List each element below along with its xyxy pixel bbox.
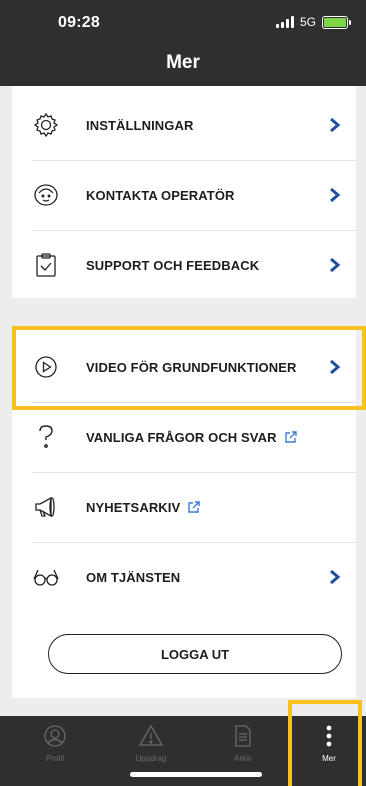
tab-profil[interactable]: Profil bbox=[20, 716, 90, 786]
menu-item-label: VANLIGA FRÅGOR OCH SVAR bbox=[86, 430, 297, 445]
status-bar: 09:28 5G bbox=[0, 0, 366, 44]
warning-icon bbox=[139, 724, 163, 746]
highlight-frame-video bbox=[12, 326, 366, 410]
status-indicators: 5G bbox=[275, 15, 351, 29]
tab-label: Profil bbox=[45, 754, 65, 763]
profile-icon bbox=[44, 725, 66, 747]
menu-item-support-feedback[interactable]: SUPPORT OCH FEEDBACK bbox=[12, 230, 356, 300]
menu-item-om-tjansten[interactable]: OM TJÄNSTEN bbox=[12, 542, 356, 612]
operator-face-icon bbox=[34, 184, 58, 206]
chevron-right-icon bbox=[330, 187, 341, 203]
signal-icon bbox=[275, 16, 294, 28]
menu-item-installningar[interactable]: INSTÄLLNINGAR bbox=[12, 90, 356, 160]
tab-label: Uppdrag bbox=[135, 754, 167, 763]
question-icon bbox=[39, 425, 53, 448]
home-indicator bbox=[130, 772, 262, 777]
clipboard-check-icon bbox=[36, 253, 56, 277]
network-type: 5G bbox=[299, 15, 316, 29]
battery-icon bbox=[322, 15, 351, 29]
menu-item-label: OM TJÄNSTEN bbox=[86, 569, 181, 585]
app-header: 09:28 5G Mer bbox=[0, 0, 366, 86]
menu-item-label: SUPPORT OCH FEEDBACK bbox=[86, 257, 260, 273]
menu-item-vanliga-fragor[interactable]: VANLIGA FRÅGOR OCH SVAR bbox=[12, 402, 356, 472]
menu-item-nyhetsarkiv[interactable]: NYHETSARKIV bbox=[12, 472, 356, 542]
status-time: 09:28 bbox=[58, 14, 100, 31]
menu-group-settings: INSTÄLLNINGAR KONTAKTA OPERATÖR SUPPORT … bbox=[12, 86, 356, 298]
tab-label: Arkiv bbox=[234, 754, 252, 763]
menu-item-label: INSTÄLLNINGAR bbox=[86, 117, 194, 133]
document-icon bbox=[235, 725, 251, 747]
phone-screen: 09:28 5G Mer INSTÄLLNINGAR KONTAKTA OPER… bbox=[0, 0, 366, 786]
menu-item-label: NYHETSARKIV bbox=[86, 500, 200, 515]
highlight-frame-mer-tab bbox=[288, 700, 362, 786]
megaphone-icon bbox=[35, 496, 55, 518]
gear-icon bbox=[33, 112, 59, 138]
page-title: Mer bbox=[166, 52, 200, 73]
chevron-right-icon bbox=[330, 257, 341, 273]
menu-item-label: KONTAKTA OPERATÖR bbox=[86, 187, 235, 203]
logout-button[interactable]: LOGGA UT bbox=[48, 634, 342, 674]
chevron-right-icon bbox=[330, 117, 341, 133]
chevron-right-icon bbox=[330, 569, 341, 585]
external-link-icon bbox=[188, 500, 200, 513]
menu-item-kontakta-operator[interactable]: KONTAKTA OPERATÖR bbox=[12, 160, 356, 230]
external-link-icon bbox=[284, 430, 297, 443]
glasses-icon bbox=[33, 569, 59, 586]
